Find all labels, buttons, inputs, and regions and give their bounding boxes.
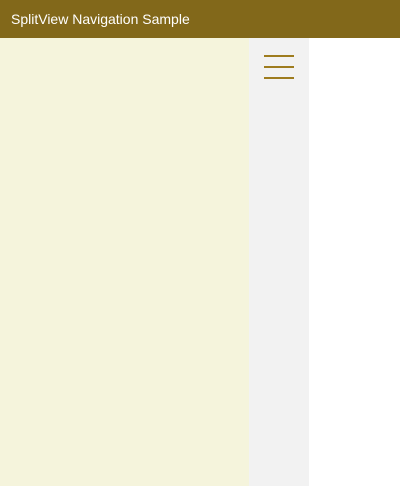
title-bar: SplitView Navigation Sample — [0, 0, 400, 38]
split-view — [0, 38, 400, 486]
main-content-area — [309, 38, 400, 486]
window-title: SplitView Navigation Sample — [11, 11, 190, 27]
app-window: SplitView Navigation Sample — [0, 0, 400, 486]
hamburger-menu-button[interactable] — [261, 50, 297, 82]
navigation-rail — [249, 38, 309, 486]
split-view-pane — [0, 38, 249, 486]
